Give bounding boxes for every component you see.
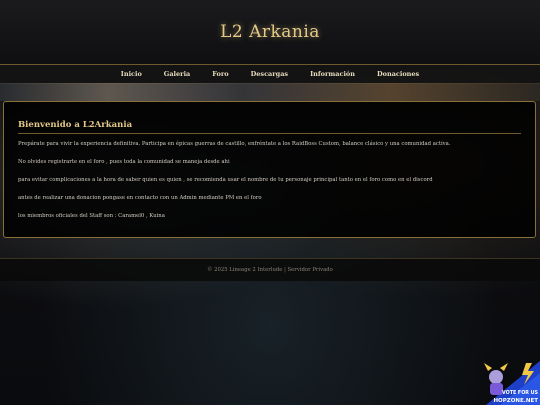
nav-galeria[interactable]: Galeria (153, 65, 201, 83)
footer-copyright: © 2025 Lineage 2 Interlude | Servidor Pr… (207, 267, 333, 273)
staff-list: los miembros oficiales del Staff son : C… (18, 213, 165, 219)
nav-donaciones[interactable]: Donaciones (366, 65, 430, 83)
vote-brand: HOPZONE.NET (493, 398, 538, 404)
site-footer: © 2025 Lineage 2 Interlude | Servidor Pr… (0, 258, 540, 281)
site-header: L2 Arkania (0, 0, 540, 64)
welcome-panel: Bienvenido a L2Arkania Prepárate para vi… (3, 101, 536, 238)
page: L2 Arkania Inicio Galeria Foro Descargas… (0, 0, 540, 405)
donation-note: antes de realizar una donacion pongase e… (18, 195, 262, 201)
character-name-note: para evitar complicaciones a la hora de … (18, 177, 433, 183)
nav-descargas[interactable]: Descargas (240, 65, 299, 83)
nav-inicio[interactable]: Inicio (110, 65, 153, 83)
site-title[interactable]: L2 Arkania (220, 22, 320, 42)
vote-text: VOTE FOR US (502, 391, 538, 396)
welcome-heading: Bienvenido a L2Arkania (18, 120, 521, 134)
forum-register-note: No olvides registrarte en el foro , pues… (18, 159, 230, 165)
main-nav: Inicio Galeria Foro Descargas Informació… (0, 64, 540, 84)
nav-informacion[interactable]: Información (299, 65, 366, 83)
hopzone-vote-badge[interactable]: VOTE FOR US HOPZONE.NET (478, 353, 540, 405)
hero-banner (0, 83, 540, 101)
nav-foro[interactable]: Foro (201, 65, 239, 83)
welcome-paragraph: Prepárate para vivir la experiencia defi… (18, 141, 451, 147)
